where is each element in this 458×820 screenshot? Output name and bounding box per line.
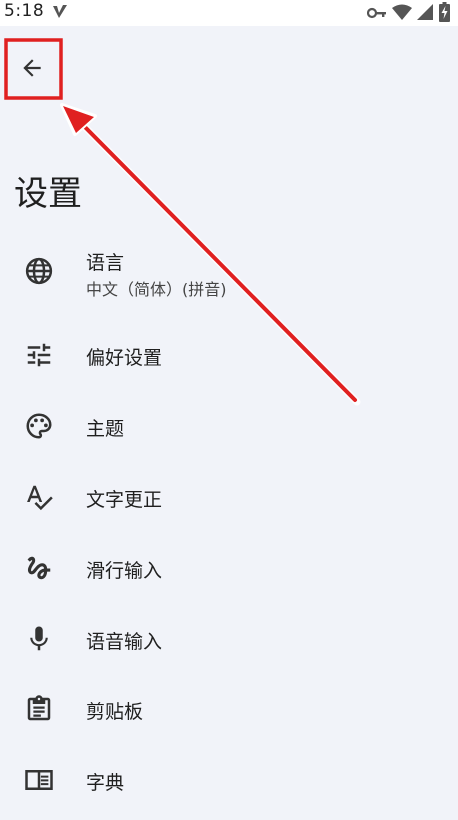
setting-preferences-label: 偏好设置 [86, 347, 163, 369]
status-bar: 5:18 [0, 0, 458, 26]
check-v-icon [53, 5, 67, 18]
page-title: 设置 [14, 174, 82, 214]
setting-clipboard-label: 剪贴板 [86, 701, 144, 723]
gesture-icon [27, 556, 51, 580]
setting-language-label: 语言 [86, 252, 125, 274]
spellcheck-icon [27, 485, 53, 511]
signal-icon [417, 4, 433, 20]
setting-clipboard[interactable]: 剪贴板 [0, 681, 458, 737]
setting-preferences[interactable]: 偏好设置 [0, 327, 458, 383]
setting-theme[interactable]: 主题 [0, 398, 458, 454]
setting-text-correction-label: 文字更正 [86, 489, 163, 511]
setting-dictionary-label: 字典 [86, 772, 125, 794]
setting-voice-input-label: 语音输入 [86, 631, 163, 653]
dictionary-icon [25, 770, 53, 790]
battery-charging-icon [439, 2, 450, 22]
status-time: 5:18 [4, 1, 45, 21]
setting-glide-typing[interactable]: 滑行输入 [0, 540, 458, 596]
setting-text-correction[interactable]: 文字更正 [0, 469, 458, 525]
mic-icon [30, 626, 48, 651]
back-button[interactable] [8, 44, 56, 92]
setting-dictionary[interactable]: 字典 [0, 752, 458, 808]
setting-theme-label: 主题 [86, 418, 125, 440]
sliders-icon [27, 343, 51, 367]
clipboard-icon [27, 695, 51, 721]
setting-language[interactable]: 语言 中文（简体）(拼音) [0, 243, 458, 303]
setting-glide-typing-label: 滑行输入 [86, 560, 163, 582]
vpn-key-icon [367, 7, 386, 19]
setting-language-summary: 中文（简体）(拼音) [86, 280, 227, 299]
setting-voice-input[interactable]: 语音输入 [0, 611, 458, 667]
wifi-icon [392, 4, 412, 20]
palette-icon [26, 413, 52, 439]
globe-icon [25, 257, 53, 285]
arrow-left-icon [23, 59, 41, 77]
